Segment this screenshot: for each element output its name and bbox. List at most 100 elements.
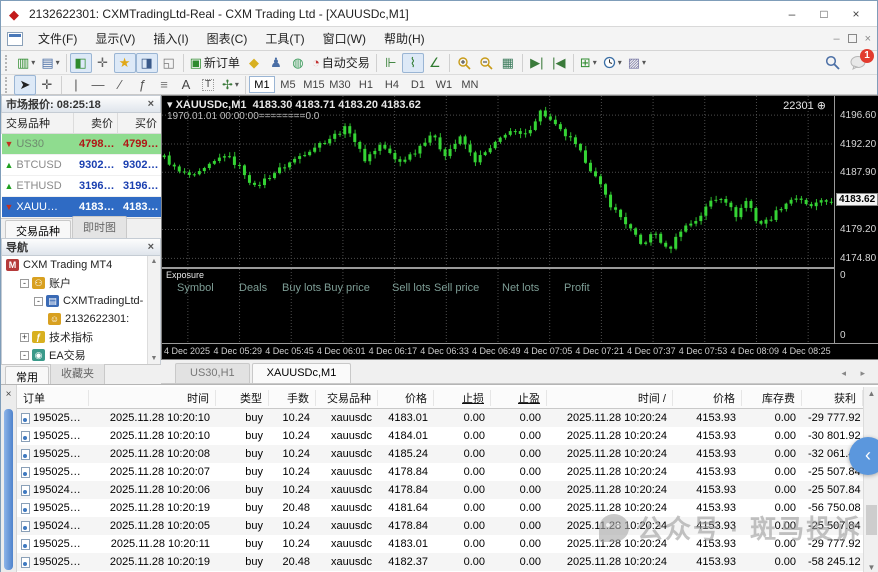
- new-order-button[interactable]: ▣新订单: [187, 53, 243, 73]
- bar-chart-button[interactable]: ⊩: [380, 53, 402, 73]
- maximize-button[interactable]: □: [809, 4, 839, 24]
- timeframe-M15[interactable]: M15: [301, 76, 327, 93]
- child-close-button[interactable]: ×: [865, 33, 871, 45]
- trendline-button[interactable]: ∕: [109, 75, 131, 95]
- chart-tab-scroll-arrows[interactable]: ◂ ▸: [833, 368, 878, 383]
- cursor-tool-button[interactable]: ➤: [14, 75, 36, 95]
- market-watch-close-icon[interactable]: ×: [146, 98, 156, 110]
- terminal-column-header[interactable]: 价格: [673, 390, 742, 406]
- order-row[interactable]: 195024…2025.11.28 10:20:06buy10.24xauusd…: [17, 481, 863, 499]
- market-watch-tab-1[interactable]: 即时图: [72, 216, 127, 238]
- zoom-out-button[interactable]: [475, 53, 497, 73]
- text-tool-button[interactable]: A: [175, 75, 197, 95]
- scroll-up-icon[interactable]: ▲: [864, 389, 878, 398]
- mw-column-header[interactable]: 交易品种: [2, 113, 74, 134]
- arrows-tool-button[interactable]: ✢▾: [219, 75, 242, 95]
- menu-item-工[interactable]: 工具(T): [256, 29, 313, 49]
- timeframe-D1[interactable]: D1: [405, 76, 431, 93]
- scroll-down-icon[interactable]: ▼: [864, 563, 878, 572]
- navigator-item[interactable]: MCXM Trading MT4: [2, 256, 160, 274]
- market-watch-tab-0[interactable]: 交易品种: [5, 220, 71, 238]
- terminal-column-header[interactable]: 手数: [269, 390, 316, 406]
- order-row[interactable]: 195025…2025.11.28 10:20:07buy10.24xauusd…: [17, 463, 863, 481]
- navigator-tab-0[interactable]: 常用: [5, 366, 49, 384]
- horizontal-line-button[interactable]: —: [87, 75, 109, 95]
- notifications-button[interactable]: 1: [850, 55, 867, 70]
- timeframe-MN[interactable]: MN: [457, 76, 483, 93]
- menu-item-显[interactable]: 显示(V): [86, 29, 144, 49]
- menu-item-图[interactable]: 图表(C): [198, 29, 257, 49]
- menu-item-插[interactable]: 插入(I): [144, 29, 197, 49]
- scrollbar-thumb[interactable]: [866, 505, 877, 535]
- child-minimize-button[interactable]: –: [833, 33, 839, 45]
- new-chart-button[interactable]: ▥▾: [14, 53, 38, 73]
- tree-expander-icon[interactable]: -: [20, 351, 29, 360]
- timeframe-M5[interactable]: M5: [275, 76, 301, 93]
- terminal-column-header[interactable]: 交易品种: [316, 390, 378, 406]
- order-row[interactable]: 195025…2025.11.28 10:20:11buy10.24xauusd…: [17, 535, 863, 553]
- profiles-button[interactable]: ▤▾: [38, 53, 62, 73]
- auto-scroll-button[interactable]: |◀: [548, 53, 570, 73]
- options-button[interactable]: ♟: [265, 53, 287, 73]
- navigator-item[interactable]: -◉EA交易: [2, 346, 160, 364]
- autotrading-button[interactable]: ◔自动交易: [309, 53, 373, 73]
- crosshair-tool-button[interactable]: ✛: [36, 75, 58, 95]
- menu-item-文[interactable]: 文件(F): [29, 29, 86, 49]
- navigator-scrollbar[interactable]: ▲▼: [147, 256, 160, 364]
- order-row[interactable]: 195025…2025.11.28 10:20:19buy20.48xauusd…: [17, 499, 863, 517]
- time-axis[interactable]: 4 Dec 20254 Dec 05:294 Dec 05:454 Dec 06…: [162, 343, 878, 359]
- minimize-button[interactable]: –: [777, 4, 807, 24]
- market-watch-row[interactable]: ▼XAUU…4183…4183…: [2, 197, 162, 218]
- navigator-button[interactable]: ★: [114, 53, 136, 73]
- navigator-item[interactable]: ☺2132622301:: [2, 310, 160, 328]
- toolbar-grip[interactable]: [5, 55, 10, 71]
- mw-column-header[interactable]: 买价: [118, 113, 162, 134]
- toolbar-grip-2[interactable]: [5, 77, 10, 93]
- order-row[interactable]: 195025…2025.11.28 10:20:19buy20.48xauusd…: [17, 553, 863, 571]
- zoom-in-button[interactable]: [453, 53, 475, 73]
- order-row[interactable]: 195025…2025.11.28 10:20:10buy10.24xauusd…: [17, 427, 863, 445]
- terminal-column-header[interactable]: 订单: [17, 390, 89, 406]
- price-axis[interactable]: 4196.604192.204187.904179.204174.804183.…: [834, 96, 878, 343]
- menu-item-帮[interactable]: 帮助(H): [375, 29, 434, 49]
- terminal-column-header[interactable]: 类型: [216, 390, 269, 406]
- navigator-item[interactable]: +ƒ技术指标: [2, 328, 160, 346]
- market-watch-button[interactable]: ◧: [70, 53, 92, 73]
- terminal-column-header[interactable]: 获利: [802, 390, 863, 406]
- chart-shift-button[interactable]: ▶|: [526, 53, 548, 73]
- tree-expander-icon[interactable]: -: [20, 279, 29, 288]
- terminal-scrollbar[interactable]: ▲ ▼: [863, 387, 878, 572]
- chart-tab-XAUUSDcM1[interactable]: XAUUSDc,M1: [252, 363, 352, 383]
- navigator-item[interactable]: -⚇账户: [2, 274, 160, 292]
- terminal-column-header[interactable]: 止盈: [491, 390, 547, 406]
- data-window-button[interactable]: ✛: [92, 53, 114, 73]
- metaeditor-button[interactable]: ◆: [243, 53, 265, 73]
- vertical-line-button[interactable]: |: [65, 75, 87, 95]
- terminal-column-header[interactable]: 时间: [89, 390, 216, 406]
- timeframe-H4[interactable]: H4: [379, 76, 405, 93]
- strategy-tester-button[interactable]: ◱: [158, 53, 180, 73]
- templates-button[interactable]: ▨▾: [625, 53, 649, 73]
- periods-button[interactable]: ▾: [600, 53, 625, 73]
- market-watch-row[interactable]: ▲ETHUSD3196…3196…: [2, 176, 162, 197]
- terminal-column-header[interactable]: 止损: [434, 390, 491, 406]
- search-icon[interactable]: [825, 55, 840, 70]
- channel-button[interactable]: ≡: [153, 75, 175, 95]
- mw-column-header[interactable]: 卖价: [74, 113, 118, 134]
- close-button[interactable]: ×: [841, 4, 871, 24]
- child-restore-button[interactable]: [848, 34, 857, 43]
- line-chart-button[interactable]: ∠: [424, 53, 446, 73]
- timeframe-H1[interactable]: H1: [353, 76, 379, 93]
- timeframe-M30[interactable]: M30: [327, 76, 353, 93]
- timeframe-M1[interactable]: M1: [249, 76, 275, 93]
- navigator-item[interactable]: -▤CXMTradingLtd-: [2, 292, 160, 310]
- chart-window[interactable]: Exposure SymbolDealsBuy lotsBuy priceSel…: [161, 95, 878, 360]
- order-row[interactable]: 195024…2025.11.28 10:20:05buy10.24xauusd…: [17, 517, 863, 535]
- terminal-column-header[interactable]: 时间 /: [547, 390, 673, 406]
- tile-windows-button[interactable]: ▦: [497, 53, 519, 73]
- terminal-column-header[interactable]: 价格: [378, 390, 434, 406]
- terminal-column-header[interactable]: 库存费: [742, 390, 802, 406]
- chart-collapse-icon[interactable]: ▾: [167, 99, 176, 111]
- terminal-button[interactable]: ◨: [136, 53, 158, 73]
- market-watch-row[interactable]: ▼US304798…4799…: [2, 134, 162, 155]
